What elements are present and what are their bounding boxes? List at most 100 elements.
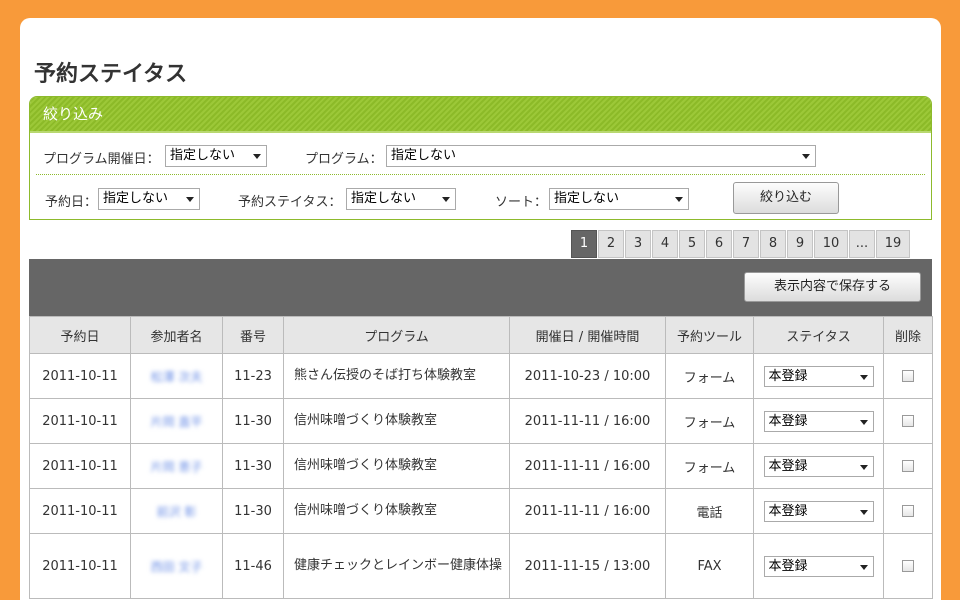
page-link[interactable]: 8 <box>760 230 786 258</box>
save-view-button[interactable]: 表示内容で保存する <box>744 272 921 302</box>
status-cell: 本登録 <box>753 398 884 444</box>
participant-name-link[interactable]: 前沢 彰 <box>157 503 197 520</box>
participant-name-link[interactable]: 松澤 次夫 <box>151 368 203 385</box>
status-cell: 本登録 <box>753 488 884 534</box>
reserve-status-select[interactable]: 指定しない <box>346 188 456 210</box>
col-number: 番号 <box>222 316 284 354</box>
page-link[interactable]: 19 <box>876 230 910 258</box>
delete-cell <box>883 488 933 534</box>
tool-cell: フォーム <box>665 353 754 399</box>
sort-select[interactable]: 指定しない <box>549 188 689 210</box>
status-select[interactable]: 本登録 <box>763 410 874 432</box>
program-select[interactable]: 指定しない <box>386 145 816 167</box>
event-datetime-cell: 2011-10-23 / 10:00 <box>509 353 666 399</box>
reserve-status-label: 予約ステイタス： <box>238 195 342 210</box>
reserve-date-label: 予約日： <box>45 195 98 210</box>
program-date-select[interactable]: 指定しない <box>165 145 267 167</box>
reserve-date-cell: 2011-10-11 <box>29 443 131 489</box>
page-link[interactable]: 1 <box>571 230 597 258</box>
participant-name-link[interactable]: 片岡 恵子 <box>151 458 203 475</box>
filter-row-1: プログラム開催日： 指定しない プログラム： 指定しない <box>30 145 931 169</box>
col-program: プログラム <box>283 316 510 354</box>
delete-checkbox[interactable] <box>902 370 914 382</box>
chevron-down-icon <box>859 464 868 470</box>
event-datetime-cell: 2011-11-11 / 16:00 <box>509 398 666 444</box>
chevron-down-icon <box>253 154 261 159</box>
event-datetime-cell: 2011-11-11 / 16:00 <box>509 443 666 489</box>
page-link[interactable]: 6 <box>706 230 732 258</box>
page-link[interactable]: 9 <box>787 230 813 258</box>
filter-submit-button[interactable]: 絞り込む <box>733 182 839 214</box>
participant-cell: 片岡 恵子 <box>130 443 223 489</box>
chevron-down-icon <box>675 197 683 202</box>
number-cell: 11-23 <box>222 353 284 399</box>
number-cell: 11-30 <box>222 488 284 534</box>
col-reserve-date: 予約日 <box>29 316 131 354</box>
reservation-table: 予約日 参加者名 番号 プログラム 開催日 / 開催時間 予約ツール ステイタス… <box>29 316 933 599</box>
reserve-date-cell: 2011-10-11 <box>29 488 131 534</box>
col-delete: 削除 <box>883 316 933 354</box>
program-cell: 信州味噌づくり体験教室 <box>283 443 510 489</box>
chevron-down-icon <box>859 564 868 570</box>
page-link[interactable]: 10 <box>814 230 848 258</box>
delete-cell <box>883 443 933 489</box>
page-title: 予約ステイタス <box>34 62 188 87</box>
program-date-label: プログラム開催日： <box>43 152 160 167</box>
participant-name-link[interactable]: 片岡 直平 <box>151 413 203 430</box>
participant-cell: 片岡 直平 <box>130 398 223 444</box>
reserve-date-cell: 2011-10-11 <box>29 533 131 599</box>
status-select[interactable]: 本登録 <box>763 500 874 522</box>
reserve-date-cell: 2011-10-11 <box>29 353 131 399</box>
col-tool: 予約ツール <box>665 316 754 354</box>
delete-cell <box>883 398 933 444</box>
chevron-down-icon <box>442 197 450 202</box>
page-link[interactable]: 4 <box>652 230 678 258</box>
delete-cell <box>883 353 933 399</box>
page-link[interactable]: 2 <box>598 230 624 258</box>
delete-checkbox[interactable] <box>902 460 914 472</box>
col-status: ステイタス <box>753 316 884 354</box>
chevron-down-icon <box>859 374 868 380</box>
col-participant: 参加者名 <box>130 316 223 354</box>
action-toolbar: 表示内容で保存する <box>29 259 932 316</box>
tool-cell: FAX <box>665 533 754 599</box>
program-cell: 熊さん伝授のそば打ち体験教室 <box>283 353 510 399</box>
status-cell: 本登録 <box>753 533 884 599</box>
col-event-datetime: 開催日 / 開催時間 <box>509 316 666 354</box>
delete-checkbox[interactable] <box>902 415 914 427</box>
participant-name-link[interactable]: 西田 文子 <box>151 558 203 575</box>
event-datetime-cell: 2011-11-15 / 13:00 <box>509 533 666 599</box>
reserve-date-select[interactable]: 指定しない <box>98 188 200 210</box>
sort-label: ソート： <box>495 195 548 210</box>
status-select[interactable]: 本登録 <box>763 555 874 577</box>
filter-box: 絞り込み プログラム開催日： 指定しない プログラム： 指定しない 予約日： 指… <box>29 96 932 220</box>
page-link[interactable]: 7 <box>733 230 759 258</box>
page-link[interactable]: ... <box>849 230 875 258</box>
table-body: 2011-10-11 松澤 次夫 11-23 熊さん伝授のそば打ち体験教室 2011-1… <box>29 353 933 599</box>
number-cell: 11-30 <box>222 443 284 489</box>
program-cell: 信州味噌づくり体験教室 <box>283 398 510 444</box>
event-datetime-cell: 2011-11-11 / 16:00 <box>509 488 666 534</box>
table-row: 2011-10-11 西田 文子 11-46 健康チェックとレインボー健康体操 2011… <box>29 533 933 599</box>
reserve-date-cell: 2011-10-11 <box>29 398 131 444</box>
filter-heading: 絞り込み <box>30 97 931 133</box>
status-cell: 本登録 <box>753 353 884 399</box>
participant-cell: 西田 文子 <box>130 533 223 599</box>
status-cell: 本登録 <box>753 443 884 489</box>
page-link[interactable]: 5 <box>679 230 705 258</box>
delete-cell <box>883 533 933 599</box>
table-header-row: 予約日 参加者名 番号 プログラム 開催日 / 開催時間 予約ツール ステイタス… <box>29 316 933 354</box>
program-label: プログラム： <box>305 152 383 167</box>
status-select[interactable]: 本登録 <box>763 455 874 477</box>
table-row: 2011-10-11 片岡 直平 11-30 信州味噌づくり体験教室 2011-11-1… <box>29 398 933 444</box>
number-cell: 11-46 <box>222 533 284 599</box>
chevron-down-icon <box>859 509 868 515</box>
status-select[interactable]: 本登録 <box>763 365 874 387</box>
delete-checkbox[interactable] <box>902 560 914 572</box>
chevron-down-icon <box>802 154 810 159</box>
tool-cell: フォーム <box>665 398 754 444</box>
filter-divider <box>36 174 925 175</box>
delete-checkbox[interactable] <box>902 505 914 517</box>
table-row: 2011-10-11 前沢 彰 11-30 信州味噌づくり体験教室 2011-11-11… <box>29 488 933 534</box>
page-link[interactable]: 3 <box>625 230 651 258</box>
